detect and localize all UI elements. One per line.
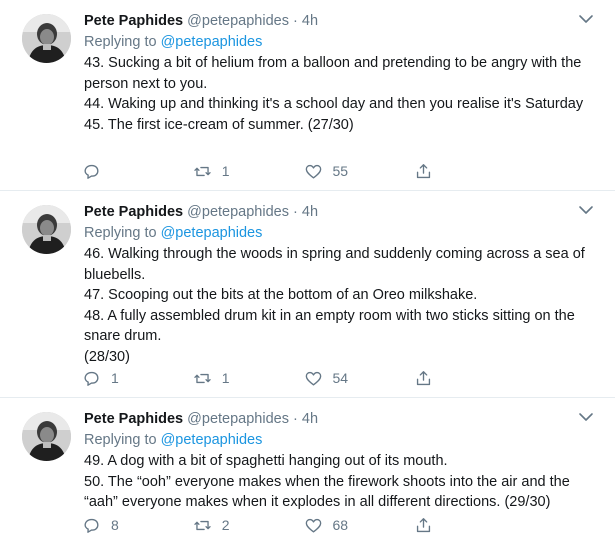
like-button[interactable]: 54 (304, 369, 415, 388)
replying-to-link[interactable]: @petepaphides (161, 432, 263, 448)
separator-dot: · (293, 411, 298, 427)
like-button[interactable]: 55 (304, 162, 415, 181)
like-button[interactable]: 68 (304, 516, 415, 535)
reply-count: 1 (111, 370, 119, 386)
reply-button[interactable] (82, 162, 193, 181)
chevron-down-icon[interactable] (577, 201, 595, 219)
user-handle[interactable]: @petepaphides (187, 13, 289, 29)
avatar[interactable] (22, 412, 71, 461)
like-count: 54 (332, 370, 349, 386)
timestamp[interactable]: 4h (302, 411, 318, 427)
retweet-icon (194, 520, 211, 530)
retweet-icon (194, 166, 211, 176)
heart-icon (305, 164, 321, 179)
tweet-text: 43. Sucking a bit of helium from a ballo… (84, 53, 601, 135)
display-name[interactable]: Pete Paphides (84, 411, 183, 427)
user-handle[interactable]: @petepaphides (187, 411, 289, 427)
tweet-actions: 8 2 68 (82, 514, 525, 536)
tweet-header: Pete Paphides @petepaphides · 4h (84, 11, 601, 32)
replying-to-prefix: Replying to (84, 432, 161, 448)
replying-to: Replying to @petepaphides (84, 32, 601, 53)
tweet[interactable]: Pete Paphides @petepaphides · 4h Replyin… (0, 398, 615, 543)
reply-button[interactable]: 1 (82, 369, 193, 388)
tweet-actions: 1 1 54 (82, 367, 525, 389)
retweet-count: 1 (221, 163, 230, 179)
tweet[interactable]: Pete Paphides @petepaphides · 4h Replyin… (0, 191, 615, 398)
replying-to-link[interactable]: @petepaphides (161, 225, 263, 241)
timestamp[interactable]: 4h (302, 13, 318, 29)
replying-to-prefix: Replying to (84, 34, 161, 50)
share-button[interactable] (414, 369, 525, 388)
chevron-down-icon[interactable] (577, 408, 595, 426)
share-button[interactable] (414, 516, 525, 535)
heart-icon (305, 371, 321, 386)
tweet-line: 50. The “ooh” everyone makes when the fi… (84, 473, 570, 511)
chevron-down-icon[interactable] (577, 10, 595, 28)
tweet-line: 44. Waking up and thinking it's a school… (84, 96, 584, 112)
share-button[interactable] (414, 162, 525, 181)
replying-to: Replying to @petepaphides (84, 223, 601, 244)
tweet-line: 48. A fully assembled drum kit in an emp… (84, 307, 575, 345)
tweet-thread: Pete Paphides @petepaphides · 4h Replyin… (0, 0, 615, 543)
reply-button[interactable]: 8 (82, 516, 193, 535)
share-icon (417, 163, 431, 178)
tweet-line: (28/30) (84, 348, 130, 365)
tweet-text: 46. Walking through the woods in spring … (84, 244, 601, 367)
tweet[interactable]: Pete Paphides @petepaphides · 4h Replyin… (0, 0, 615, 191)
separator-dot: · (293, 204, 298, 220)
replying-to: Replying to @petepaphides (84, 430, 601, 451)
display-name[interactable]: Pete Paphides (84, 13, 183, 29)
retweet-count: 2 (221, 517, 230, 533)
tweet-line: 43. Sucking a bit of helium from a ballo… (84, 55, 582, 92)
separator-dot: · (293, 13, 298, 29)
reply-icon (84, 371, 99, 386)
tweet-line: 47. Scooping out the bits at the bottom … (84, 287, 478, 303)
reply-icon (84, 518, 99, 533)
tweet-text: 49. A dog with a bit of spaghetti hangin… (84, 451, 601, 513)
reply-count: 8 (111, 517, 119, 533)
avatar[interactable] (22, 14, 71, 63)
tweet-line: 45. The first ice-cream of summer. (27/3… (84, 116, 354, 133)
retweet-count: 1 (221, 370, 230, 386)
tweet-header: Pete Paphides @petepaphides · 4h (84, 409, 601, 430)
tweet-header: Pete Paphides @petepaphides · 4h (84, 202, 601, 223)
like-count: 55 (332, 163, 349, 179)
replying-to-prefix: Replying to (84, 225, 161, 241)
like-count: 68 (332, 517, 349, 533)
avatar[interactable] (22, 205, 71, 254)
share-icon (417, 517, 431, 532)
tweet-actions: 1 55 (82, 160, 525, 182)
display-name[interactable]: Pete Paphides (84, 204, 183, 220)
replying-to-link[interactable]: @petepaphides (161, 34, 263, 50)
tweet-line: 49. A dog with a bit of spaghetti hangin… (84, 453, 448, 469)
retweet-button[interactable]: 1 (193, 162, 304, 181)
retweet-button[interactable]: 1 (193, 369, 304, 388)
retweet-icon (194, 373, 211, 383)
reply-icon (84, 164, 99, 179)
heart-icon (305, 518, 321, 533)
share-icon (417, 370, 431, 385)
retweet-button[interactable]: 2 (193, 516, 304, 535)
user-handle[interactable]: @petepaphides (187, 204, 289, 220)
tweet-line: 46. Walking through the woods in spring … (84, 246, 585, 283)
timestamp[interactable]: 4h (302, 204, 318, 220)
